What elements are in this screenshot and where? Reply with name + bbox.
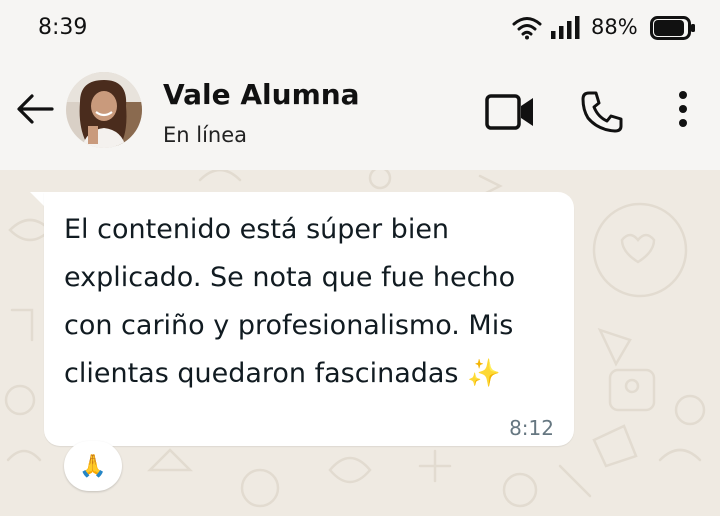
chat-area[interactable]: El contenido está súper bien explicado. … xyxy=(0,170,720,516)
contact-status: En línea xyxy=(163,123,248,147)
message-reaction[interactable]: 🙏 xyxy=(64,441,122,491)
status-time: 8:39 xyxy=(38,15,88,40)
back-arrow-icon[interactable] xyxy=(16,93,54,125)
wifi-icon xyxy=(512,17,542,40)
battery-icon xyxy=(650,16,695,40)
contact-name[interactable]: Vale Alumna xyxy=(163,78,360,111)
message-text: El contenido está súper bien explicado. … xyxy=(64,214,516,389)
phone-icon[interactable] xyxy=(580,90,624,134)
more-options-icon[interactable] xyxy=(672,90,694,130)
video-call-icon[interactable] xyxy=(484,92,536,132)
incoming-message-bubble[interactable]: El contenido está súper bien explicado. … xyxy=(44,192,574,446)
avatar-photo xyxy=(66,72,142,148)
chat-header: Vale Alumna En línea xyxy=(0,58,720,170)
signal-icon xyxy=(551,16,580,39)
status-bar: 8:39 88% xyxy=(0,0,720,58)
avatar[interactable] xyxy=(66,72,142,148)
message-timestamp: 8:12 xyxy=(509,416,554,440)
battery-percentage: 88% xyxy=(591,15,638,39)
